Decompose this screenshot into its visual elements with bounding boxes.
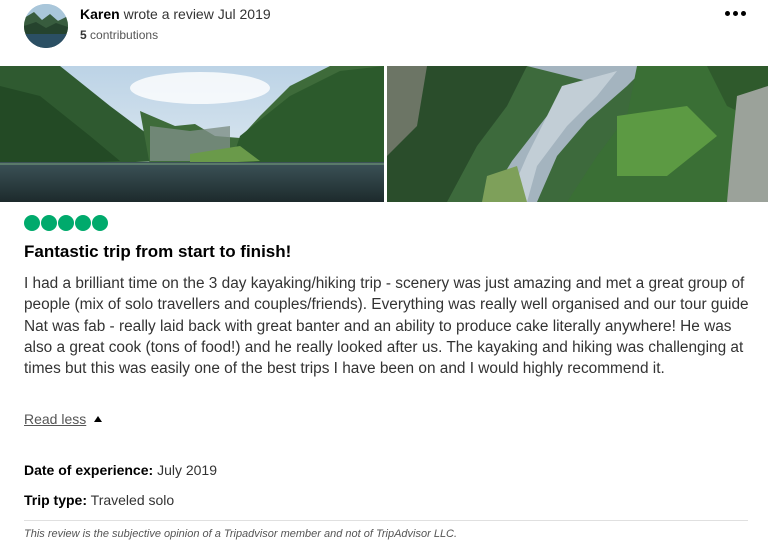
read-less-button[interactable]: Read less [24,410,103,428]
trip-type-label: Trip type: [24,492,88,508]
review-title[interactable]: Fantastic trip from start to finish! [24,242,291,262]
contributions-label: contributions [90,28,159,42]
rating-bubble-3 [58,215,74,231]
caret-up-icon [94,416,103,422]
review-action-text: wrote a review Jul 2019 [123,6,271,22]
date-of-experience-value: July 2019 [157,462,217,478]
trip-type: Trip type: Traveled solo [24,492,174,508]
author-name[interactable]: Karen [80,6,120,22]
trip-type-value: Traveled solo [90,492,175,508]
rating-bubbles [24,215,108,231]
rating-bubble-1 [24,215,40,231]
read-less-label[interactable]: Read less [24,411,86,427]
avatar[interactable] [24,4,68,48]
rating-bubble-5 [92,215,108,231]
rating-bubble-4 [75,215,91,231]
review-disclaimer: This review is the subjective opinion of… [24,528,458,540]
date-of-experience-label: Date of experience: [24,462,154,478]
review-photo-fjord-kayak[interactable] [0,66,384,202]
date-of-experience: Date of experience: July 2019 [24,462,217,478]
more-dots-icon [724,10,730,16]
more-options-button[interactable] [718,4,752,22]
contributions-count: 5 [80,28,87,42]
rating-bubble-2 [41,215,57,231]
review-photos [0,66,768,202]
review-body: I had a brilliant time on the 3 day kaya… [24,275,749,378]
contributions: 5 contributions [80,28,158,42]
review-photo-fjord-aerial[interactable] [387,66,768,202]
review-header: Karen wrote a review Jul 2019 5 contribu… [0,0,768,60]
divider [24,520,748,521]
review-author-line: Karen wrote a review Jul 2019 [80,6,271,22]
